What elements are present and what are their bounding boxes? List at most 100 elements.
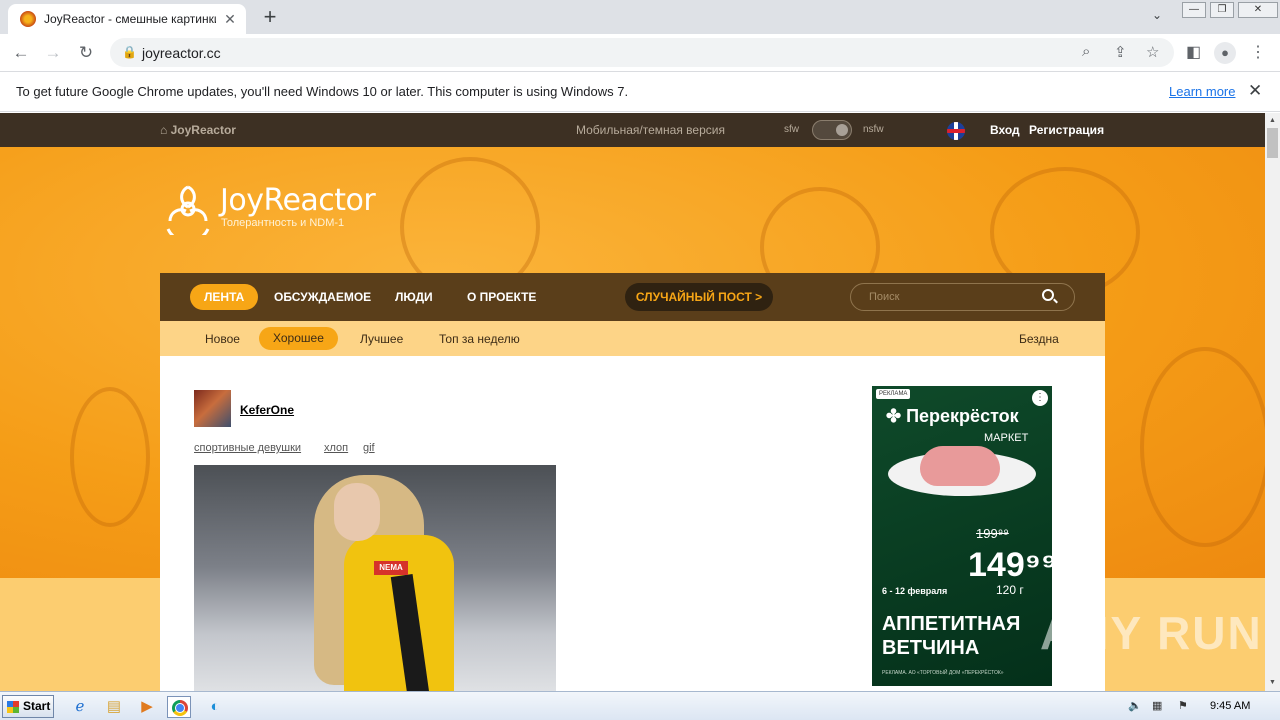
profile-avatar-icon[interactable]: ● (1214, 42, 1236, 64)
browser-toolbar: ← → ↻ 🔒 joyreactor.cc ⌕ ⇪ ☆ ◧ ● ⋮ (0, 34, 1280, 72)
sfw-label: sfw (784, 124, 799, 135)
site-search-input[interactable]: Поиск (850, 283, 1075, 311)
ad-market: МАРКЕТ (984, 432, 1029, 444)
image-jersey-logo: NEMA (374, 561, 408, 575)
chrome-icon (172, 700, 188, 716)
share-icon[interactable]: ⇪ (1114, 43, 1127, 61)
scroll-thumb[interactable] (1267, 128, 1278, 158)
decor-face-right (1140, 347, 1265, 547)
address-bar[interactable]: 🔒 joyreactor.cc ⌕ ⇪ ☆ (110, 38, 1174, 67)
nav-people[interactable]: ЛЮДИ (395, 290, 433, 304)
ad-fine-print: РЕКЛАМА. АО «ТОРГОВЫЙ ДОМ «ПЕРЕКРЁСТОК» (882, 670, 1004, 676)
back-icon[interactable]: ← (10, 42, 32, 64)
image-figure-face (334, 483, 380, 541)
sub-navigation: Новое Хорошее Лучшее Топ за неделю Бездн… (160, 321, 1105, 356)
learn-more-link[interactable]: Learn more (1169, 84, 1235, 99)
ad-weight: 120 г (996, 583, 1024, 597)
ad-label: РЕКЛАМА (876, 389, 911, 399)
reload-icon[interactable]: ↻ (75, 42, 97, 64)
minimize-button[interactable]: — (1182, 2, 1206, 18)
ad-title: АППЕТИТНАЯ ВЕТЧИНА (882, 613, 1021, 659)
media-player-icon[interactable]: ▶ (135, 696, 159, 718)
bookmark-star-icon[interactable]: ☆ (1146, 43, 1159, 61)
subnav-new[interactable]: Новое (205, 332, 240, 346)
home-link[interactable]: ⌂ JoyReactor (160, 123, 236, 137)
post-tag[interactable]: спортивные девушки (194, 442, 301, 454)
subnav-top-week[interactable]: Топ за неделю (439, 332, 520, 346)
post-tag[interactable]: хлоп (324, 442, 348, 454)
search-icon[interactable] (1042, 289, 1054, 301)
uk-flag-icon[interactable] (947, 122, 965, 140)
ad-date: 6 - 12 февраля (882, 586, 948, 596)
forward-icon[interactable]: → (42, 42, 64, 64)
file-explorer-icon[interactable]: ▤ (102, 696, 126, 718)
ad-old-price: 199⁹⁹ (976, 526, 1009, 541)
nsfw-toggle[interactable] (812, 120, 852, 140)
nav-discussed[interactable]: ОБСУЖДАЕМОЕ (274, 290, 371, 304)
lock-icon[interactable]: 🔒 (122, 45, 137, 59)
tab-search-icon[interactable]: ⌄ (1152, 8, 1162, 22)
register-link[interactable]: Регистрация (1029, 123, 1104, 137)
content-area: KeferOne спортивные девушки хлоп gif NEM… (160, 356, 1105, 691)
network-icon[interactable]: ▦ (1152, 699, 1162, 712)
ad-price: 149⁹⁹ (968, 546, 1052, 584)
tab-strip: JoyReactor - смешные картинки и ✕ + ⌄ — … (0, 0, 1280, 34)
post-tag[interactable]: gif (363, 442, 375, 454)
page-viewport: ⌂ JoyReactor Мобильная/темная версия sfw… (0, 113, 1265, 691)
nsfw-label: nsfw (863, 124, 884, 135)
window-controls: — ❐ ✕ (1178, 2, 1278, 18)
ad-brand: ✤ Перекрёсток (886, 406, 1019, 426)
chrome-menu-icon[interactable]: ⋮ (1250, 42, 1266, 62)
infobar-message: To get future Google Chrome updates, you… (16, 84, 629, 99)
system-clock[interactable]: 9:45 AM (1210, 700, 1250, 712)
mobile-version-link[interactable]: Мобильная/темная версия (576, 123, 725, 137)
ad-ham-image (920, 446, 1000, 486)
action-center-icon[interactable]: ⚑ (1178, 699, 1188, 712)
site-topbar: ⌂ JoyReactor Мобильная/темная версия sfw… (0, 113, 1265, 147)
random-post-button[interactable]: СЛУЧАЙНЫЙ ПОСТ > (625, 283, 773, 311)
ad-menu-icon[interactable]: ⋮ (1032, 390, 1048, 406)
internet-explorer-icon[interactable]: ℯ (68, 696, 92, 718)
zoom-icon[interactable]: ⌕ (1082, 43, 1090, 60)
nav-about[interactable]: О ПРОЕКТЕ (467, 290, 536, 304)
new-tab-button[interactable]: + (258, 6, 282, 30)
decor-face-left (70, 387, 150, 527)
tab-title: JoyReactor - смешные картинки и (44, 12, 216, 26)
toggle-knob (836, 124, 848, 136)
close-window-button[interactable]: ✕ (1238, 2, 1278, 18)
subnav-best[interactable]: Лучшее (360, 332, 403, 346)
scroll-down-icon[interactable]: ▼ (1269, 679, 1276, 686)
windows-taskbar: Start ℯ ▤ ▶ ◐ 🔈 ▦ ⚑ 9:45 AM (0, 691, 1280, 720)
restore-button[interactable]: ❐ (1210, 2, 1234, 18)
infobar-close-icon[interactable]: ✕ (1248, 81, 1262, 101)
update-infobar: To get future Google Chrome updates, you… (0, 72, 1280, 112)
site-logo-title[interactable]: JoyReactor (220, 183, 376, 218)
anyrun-watermark: ANY RUN (1040, 607, 1263, 659)
start-button[interactable]: Start (2, 695, 54, 718)
nav-feed[interactable]: ЛЕНТА (190, 284, 259, 310)
subnav-abyss[interactable]: Бездна (1019, 332, 1059, 346)
browser-tab[interactable]: JoyReactor - смешные картинки и ✕ (8, 4, 246, 34)
windows-logo-icon (7, 701, 19, 713)
author-name-link[interactable]: KeferOne (240, 403, 294, 417)
advertisement-banner[interactable]: РЕКЛАМА ⋮ ✤ Перекрёсток МАРКЕТ 199⁹⁹ 149… (872, 386, 1052, 686)
start-label: Start (23, 699, 51, 713)
page-scrollbar[interactable]: ▲ ▼ (1265, 113, 1280, 691)
scroll-up-icon[interactable]: ▲ (1269, 117, 1276, 124)
home-link-label: JoyReactor (170, 123, 236, 137)
tab-close-icon[interactable]: ✕ (222, 11, 238, 28)
edge-icon[interactable]: ◐ (203, 696, 227, 718)
subnav-good[interactable]: Хорошее (259, 327, 338, 350)
chrome-taskbar-icon[interactable] (167, 696, 191, 718)
site-favicon-icon (20, 11, 36, 27)
author-avatar[interactable] (194, 390, 231, 427)
post-gif-image[interactable]: NEMA (194, 465, 556, 691)
side-panel-icon[interactable]: ◧ (1186, 42, 1201, 62)
volume-icon[interactable]: 🔈 (1128, 699, 1142, 712)
site-logo-subtitle: Толерантность и NDM-1 (221, 217, 345, 229)
ad-brand-name: Перекрёсток (906, 406, 1019, 426)
biohazard-logo-icon[interactable] (162, 183, 214, 235)
main-navigation: ЛЕНТА ОБСУЖДАЕМОЕ ЛЮДИ О ПРОЕКТЕ СЛУЧАЙН… (160, 273, 1105, 321)
login-link[interactable]: Вход (990, 123, 1020, 137)
url-text[interactable]: joyreactor.cc (142, 45, 221, 61)
